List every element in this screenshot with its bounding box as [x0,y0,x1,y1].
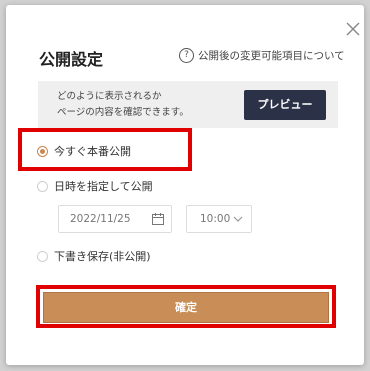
help-link-label: 公開後の変更可能項目について [198,50,345,62]
date-value: 2022/11/25 [70,213,131,225]
help-link[interactable]: ? 公開後の変更可能項目について [179,48,345,63]
dialog-title: 公開設定 [39,50,104,69]
info-line-2: ページの内容を確認できます。 [57,107,189,118]
preview-info-box: どのように表示されるか ページの内容を確認できます。 プレビュー [38,81,338,128]
radio-label: 下書き保存(非公開) [54,250,151,263]
radio-indicator[interactable] [37,250,48,262]
publish-settings-dialog: 公開設定 ? 公開後の変更可能項目について どのように表示されるか ページの内容… [6,5,364,365]
date-input[interactable]: 2022/11/25 [58,205,172,233]
close-icon[interactable] [343,19,363,39]
preview-info-text: どのように表示されるか ページの内容を確認できます。 [57,89,189,121]
radio-schedule[interactable]: 日時を指定して公開 [37,178,153,194]
chevron-down-icon [233,216,243,222]
info-line-1: どのように表示されるか [57,91,162,102]
calendar-icon [152,213,164,225]
radio-label: 日時を指定して公開 [54,180,153,193]
radio-save-draft[interactable]: 下書き保存(非公開) [37,248,151,264]
time-select[interactable]: 10:00 [186,205,252,233]
preview-button[interactable]: プレビュー [244,90,326,120]
time-value: 10:00 [200,213,231,225]
radio-indicator[interactable] [37,180,48,192]
highlight-box-publish-now [18,128,192,171]
question-circle-icon: ? [179,48,194,63]
confirm-button[interactable]: 確定 [43,292,329,323]
